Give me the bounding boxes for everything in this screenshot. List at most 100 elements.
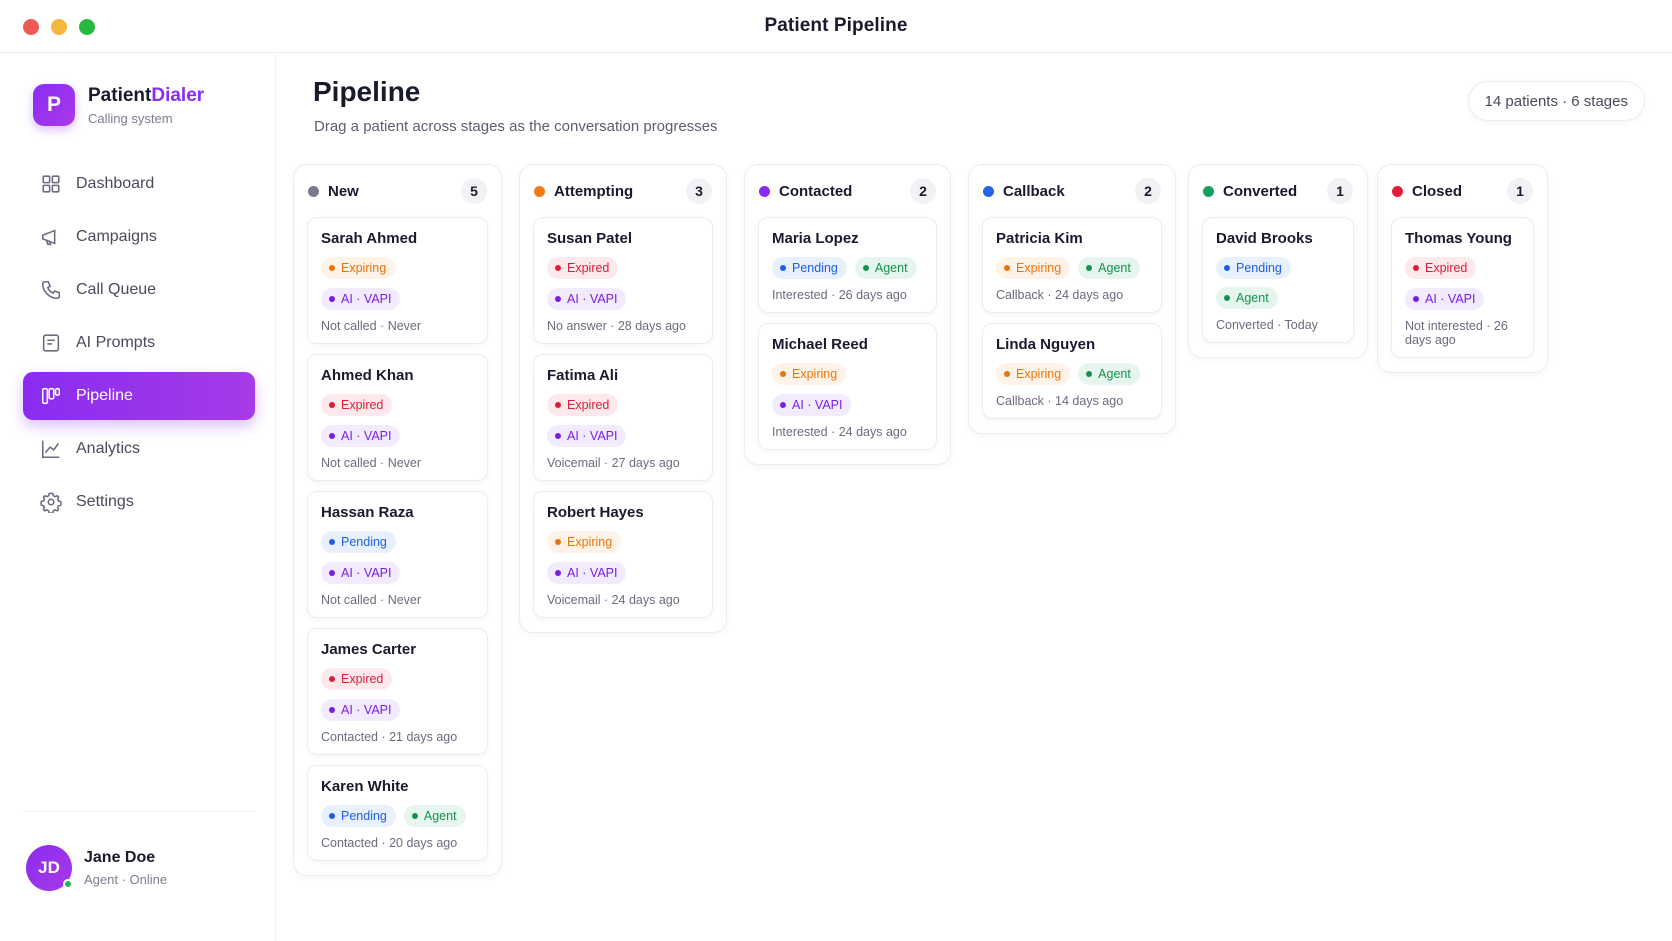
patient-card[interactable]: Hassan Raza Pending AI · VAPI Not called · … — [307, 491, 488, 618]
patient-name: Susan Patel — [547, 230, 633, 247]
status-tags: Expiring — [547, 531, 699, 553]
stage-color-dot — [1392, 185, 1403, 197]
call-status: Contacted · 20 days ago — [321, 836, 458, 850]
sidebar-item-call-queue[interactable]: Call Queue — [23, 266, 255, 314]
ai-channel-badge: AI · VAPI — [772, 394, 852, 416]
maximize-window-button[interactable] — [79, 19, 95, 35]
patient-card[interactable]: Fatima Ali Expired AI · VAPI Voicemail · 27… — [533, 354, 713, 481]
pipeline-column-new[interactable]: New 5 Sarah Ahmed Expiring AI · VAPI Not call… — [293, 164, 502, 876]
patient-card[interactable]: Karen White Pending Agent Contacted · 20 da… — [307, 765, 488, 861]
ai-channel-badge: AI · VAPI — [321, 562, 401, 584]
online-status-dot — [63, 879, 73, 889]
user-profile[interactable]: JD Jane Doe Agent · Online — [26, 845, 167, 891]
column-title: Closed — [1412, 182, 1463, 200]
call-status: Interested · 24 days ago — [772, 425, 907, 439]
patient-card[interactable]: Thomas Young Expired AI · VAPI Not interest… — [1391, 217, 1534, 358]
call-status: Callback · 14 days ago — [996, 394, 1124, 408]
minimize-window-button[interactable] — [51, 19, 67, 35]
status-tags: Expiring Agent — [996, 257, 1148, 279]
stage-color-dot — [308, 185, 319, 197]
sidebar-item-label: Analytics — [76, 440, 141, 457]
expired-badge: Expired — [547, 394, 619, 416]
channel-tags: AI · VAPI — [772, 394, 923, 416]
patient-card[interactable]: David Brooks Pending Agent Converted · Toda… — [1202, 217, 1354, 343]
expiring-badge: Expiring — [547, 531, 622, 553]
patient-name: Linda Nguyen — [996, 336, 1096, 353]
call-status: Not called · Never — [321, 319, 422, 333]
sidebar-item-campaigns[interactable]: Campaigns — [23, 213, 255, 261]
patient-card[interactable]: Patricia Kim Expiring Agent Callback · 24 d… — [982, 217, 1162, 313]
call-status: Voicemail · 24 days ago — [547, 593, 680, 607]
pending-badge: Pending — [321, 531, 396, 553]
patient-name: Karen White — [321, 778, 409, 795]
patient-card[interactable]: Sarah Ahmed Expiring AI · VAPI Not called ·… — [307, 217, 488, 344]
title-bar: Patient Pipeline — [0, 0, 1672, 53]
close-window-button[interactable] — [23, 19, 39, 35]
brand-name: PatientDialer — [88, 85, 204, 107]
patient-card[interactable]: Michael Reed Expiring AI · VAPI Interested … — [758, 323, 937, 450]
stage-color-dot — [1203, 185, 1214, 197]
page-title: Pipeline — [313, 76, 421, 107]
brand-logo: P — [33, 84, 75, 126]
pipeline-column-contacted[interactable]: Contacted 2 Maria Lopez Pending Agent Interes… — [744, 164, 951, 465]
avatar-initials: JD — [38, 858, 60, 877]
column-title: Attempting — [554, 182, 634, 200]
dashboard-icon — [40, 173, 62, 195]
sidebar-item-pipeline[interactable]: Pipeline — [23, 372, 255, 420]
pipeline-column-closed[interactable]: Closed 1 Thomas Young Expired AI · VAPI Not i… — [1377, 164, 1548, 373]
status-tags: Expired — [321, 668, 474, 690]
patient-name: Michael Reed — [772, 336, 868, 353]
call-status: Contacted · 21 days ago — [321, 730, 458, 744]
column-title: Converted — [1223, 182, 1298, 200]
summary-badge: 14 patients · 6 stages — [1467, 81, 1645, 121]
column-header: New 5 — [294, 165, 501, 217]
pipeline-column-callback[interactable]: Callback 2 Patricia Kim Expiring Agent Callba… — [968, 164, 1176, 434]
patient-name: Maria Lopez — [772, 230, 859, 247]
call-status: No answer · 28 days ago — [547, 319, 686, 333]
patient-card[interactable]: Linda Nguyen Expiring Agent Callback · 14 d… — [982, 323, 1162, 419]
sidebar-item-label: AI Prompts — [76, 334, 156, 351]
sidebar-item-dashboard[interactable]: Dashboard — [23, 160, 255, 208]
brand[interactable]: P PatientDialer Calling system — [33, 84, 204, 126]
pipeline-icon — [40, 385, 62, 407]
patient-card[interactable]: James Carter Expired AI · VAPI Contacted · … — [307, 628, 488, 755]
patient-name: Robert Hayes — [547, 504, 644, 521]
channel-tags: AI · VAPI — [547, 288, 699, 310]
column-title: Callback — [1003, 182, 1065, 200]
patient-card[interactable]: Susan Patel Expired AI · VAPI No answer · 2… — [533, 217, 713, 344]
patient-card[interactable]: Ahmed Khan Expired AI · VAPI Not called · N… — [307, 354, 488, 481]
sidebar-item-ai-prompts[interactable]: AI Prompts — [23, 319, 255, 367]
patient-card[interactable]: Robert Hayes Expiring AI · VAPI Voicemail ·… — [533, 491, 713, 618]
status-tags: Pending Agent — [772, 257, 923, 279]
expiring-badge: Expiring — [772, 363, 847, 385]
sidebar-item-label: Campaigns — [76, 228, 157, 245]
channel-tags: AI · VAPI — [547, 562, 699, 584]
ai-channel-badge: AI · VAPI — [547, 562, 627, 584]
sidebar-item-label: Call Queue — [76, 281, 157, 298]
pipeline-column-converted[interactable]: Converted 1 David Brooks Pending Agent Conver… — [1188, 164, 1368, 358]
channel-tags: AI · VAPI — [1405, 288, 1520, 310]
patient-name: James Carter — [321, 641, 417, 658]
agent-badge: Agent — [403, 805, 466, 827]
window-controls — [23, 19, 95, 35]
sidebar-item-settings[interactable]: Settings — [23, 478, 255, 526]
patient-name: Ahmed Khan — [321, 367, 414, 384]
agent-badge: Agent — [854, 257, 917, 279]
user-status: Agent · Online — [84, 872, 168, 887]
sidebar: P PatientDialer Calling system Dashboard… — [0, 54, 276, 941]
stage-color-dot — [534, 185, 545, 197]
call-status: Voicemail · 27 days ago — [547, 456, 680, 470]
call-status: Not called · Never — [321, 593, 422, 607]
status-tags: Expired — [1405, 257, 1520, 279]
avatar: JD — [26, 845, 73, 891]
column-title: Contacted — [779, 182, 853, 200]
status-tags: Expiring — [321, 257, 474, 279]
agent-badge: Agent — [1078, 257, 1140, 279]
sidebar-divider — [23, 811, 255, 812]
sidebar-item-analytics[interactable]: Analytics — [23, 425, 255, 473]
ai-channel-badge: AI · VAPI — [547, 425, 627, 447]
pipeline-column-attempting[interactable]: Attempting 3 Susan Patel Expired AI · VAPI No… — [519, 164, 727, 633]
ai-channel-badge: AI · VAPI — [321, 699, 401, 721]
agent-badge: Agent — [1216, 287, 1278, 309]
patient-card[interactable]: Maria Lopez Pending Agent Interested · 26 d… — [758, 217, 937, 313]
